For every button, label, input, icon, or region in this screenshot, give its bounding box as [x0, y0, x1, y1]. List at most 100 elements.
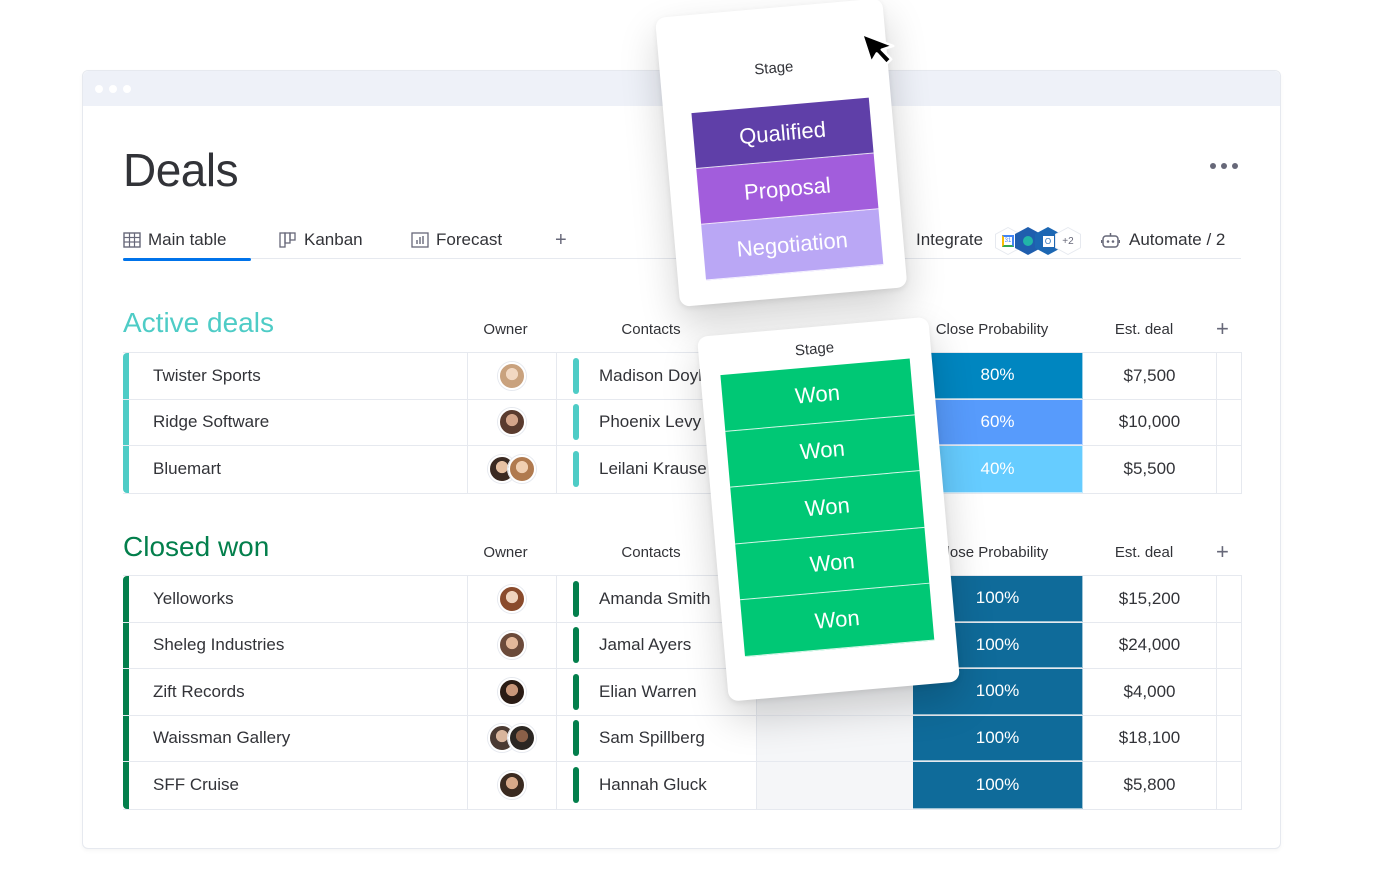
- empty-cell: [1217, 762, 1241, 809]
- column-header-est-deal[interactable]: Est. deal: [1077, 321, 1211, 338]
- est-deal-value: $15,200: [1118, 588, 1181, 608]
- empty-cell: [1217, 669, 1241, 715]
- dot: [1232, 163, 1238, 169]
- column-header-owner[interactable]: Owner: [461, 321, 550, 338]
- tab-label: Kanban: [304, 230, 363, 249]
- tab-label: Main table: [148, 230, 227, 249]
- est-deal-value: $24,000: [1118, 635, 1181, 655]
- window-control-dot[interactable]: [123, 84, 131, 93]
- owner-cell[interactable]: [468, 669, 557, 715]
- contact-color-bar: [573, 767, 579, 804]
- est-deal-value: $18,100: [1118, 728, 1181, 748]
- probability-value: 100%: [975, 634, 1020, 654]
- contact-cell[interactable]: Hannah Gluck: [557, 762, 757, 809]
- item-name: SFF Cruise: [153, 775, 239, 795]
- est-deal-cell[interactable]: $18,100: [1083, 715, 1217, 761]
- group-title-closed-won[interactable]: Closed won: [123, 531, 269, 563]
- owner-avatar[interactable]: [498, 584, 526, 613]
- column-header-est-deal[interactable]: Est. deal: [1077, 544, 1211, 561]
- contact-color-bar: [573, 720, 579, 757]
- owner-avatar[interactable]: [498, 677, 526, 706]
- table-row[interactable]: SFF Cruise Hannah Gluck 100% $5,800: [123, 762, 1241, 809]
- dragged-stage-column-won[interactable]: Stage Won Won Won Won Won: [697, 316, 961, 702]
- table-row[interactable]: Yelloworks Amanda Smith 100% $15,200: [123, 576, 1241, 623]
- tab-kanban[interactable]: Kanban: [279, 221, 363, 259]
- est-deal-cell[interactable]: $4,000: [1083, 669, 1217, 715]
- tab-forecast[interactable]: Forecast: [411, 221, 502, 259]
- est-deal-value: $4,000: [1123, 681, 1176, 701]
- empty-cell: [1217, 716, 1241, 762]
- item-name-cell[interactable]: Zift Records: [129, 669, 468, 715]
- column-header-owner[interactable]: Owner: [461, 544, 550, 561]
- item-name-cell[interactable]: Twister Sports: [129, 353, 468, 399]
- owner-cell[interactable]: [468, 622, 557, 668]
- owner-cell[interactable]: [468, 715, 557, 761]
- est-deal-cell[interactable]: $24,000: [1083, 622, 1217, 668]
- contact-name: Hannah Gluck: [599, 775, 707, 795]
- item-name: Yelloworks: [153, 588, 234, 608]
- est-deal-cell[interactable]: $5,500: [1083, 446, 1217, 493]
- tab-main-table[interactable]: Main table: [123, 221, 251, 261]
- window-control-dot[interactable]: [109, 84, 117, 93]
- empty-cell: [1217, 353, 1241, 399]
- kanban-icon: [279, 232, 296, 248]
- dot: [1221, 163, 1227, 169]
- owner-avatar[interactable]: [498, 771, 526, 800]
- automate-button[interactable]: Automate / 2: [1101, 221, 1225, 259]
- mouse-pointer-icon: [860, 32, 895, 66]
- owner-avatar[interactable]: [508, 455, 536, 484]
- est-deal-cell[interactable]: $10,000: [1083, 399, 1217, 445]
- item-name-cell[interactable]: Waissman Gallery: [129, 715, 468, 761]
- more-options-button[interactable]: [1210, 163, 1238, 169]
- owner-avatar[interactable]: [498, 408, 526, 437]
- add-column-button[interactable]: +: [1216, 316, 1229, 342]
- est-deal-cell[interactable]: $5,800: [1083, 762, 1217, 809]
- table-row[interactable]: Zift Records Elian Warren 100% $4,000: [123, 669, 1241, 716]
- table-row[interactable]: Ridge Software Phoenix Levy 60% $10,000: [123, 399, 1241, 446]
- table-row[interactable]: Twister Sports Madison Doyle 80% $7,500: [123, 353, 1241, 400]
- item-name: Zift Records: [153, 681, 245, 701]
- empty-cell: [1217, 400, 1241, 446]
- integrations-list[interactable]: 31 O +2: [995, 227, 1081, 255]
- group-title-active-deals[interactable]: Active deals: [123, 307, 274, 339]
- est-deal-cell[interactable]: $15,200: [1083, 576, 1217, 622]
- item-name: Waissman Gallery: [153, 728, 291, 748]
- item-name: Sheleg Industries: [153, 635, 285, 655]
- add-view-button[interactable]: +: [555, 221, 567, 259]
- stage-cell-empty[interactable]: [757, 715, 913, 761]
- est-deal-cell[interactable]: $7,500: [1083, 353, 1217, 399]
- column-header-probability[interactable]: Close Probability: [907, 321, 1077, 338]
- probability-cell[interactable]: 100%: [913, 762, 1083, 809]
- item-name-cell[interactable]: Bluemart: [129, 446, 468, 493]
- item-name-cell[interactable]: Ridge Software: [129, 399, 468, 445]
- item-name-cell[interactable]: Yelloworks: [129, 576, 468, 622]
- contact-cell[interactable]: Sam Spillberg: [557, 715, 757, 761]
- probability-value: 40%: [980, 458, 1015, 478]
- table-row[interactable]: Sheleg Industries Jamal Ayers 100% $24,0…: [123, 622, 1241, 669]
- owner-cell[interactable]: [468, 353, 557, 399]
- add-column-button[interactable]: +: [1216, 539, 1229, 565]
- stage-cell-empty[interactable]: [757, 762, 913, 809]
- probability-value: 100%: [975, 681, 1020, 701]
- owner-cell[interactable]: [468, 399, 557, 445]
- owner-avatar[interactable]: [498, 631, 526, 660]
- owner-cell[interactable]: [468, 762, 557, 809]
- owner-avatar[interactable]: [498, 361, 526, 390]
- window-control-dot[interactable]: [95, 84, 103, 93]
- owner-avatar[interactable]: [508, 724, 536, 753]
- owner-cell[interactable]: [468, 576, 557, 622]
- owner-cell[interactable]: [468, 446, 557, 493]
- integrate-button[interactable]: Integrate: [916, 221, 983, 259]
- table-icon: [123, 232, 141, 248]
- table-row[interactable]: Bluemart Leilani Krause 40% $5,500: [123, 446, 1241, 493]
- tab-label: Forecast: [436, 230, 503, 249]
- item-name-cell[interactable]: SFF Cruise: [129, 762, 468, 809]
- item-name-cell[interactable]: Sheleg Industries: [129, 622, 468, 668]
- table-row[interactable]: Waissman Gallery Sam Spillberg 100% $18,…: [123, 715, 1241, 762]
- probability-cell[interactable]: 100%: [913, 715, 1083, 761]
- probability-value: 60%: [980, 411, 1015, 431]
- contact-name: Leilani Krause: [599, 459, 707, 479]
- empty-cell: [1217, 576, 1241, 622]
- probability-cell[interactable]: 80%: [913, 353, 1083, 399]
- contact-color-bar: [573, 580, 579, 617]
